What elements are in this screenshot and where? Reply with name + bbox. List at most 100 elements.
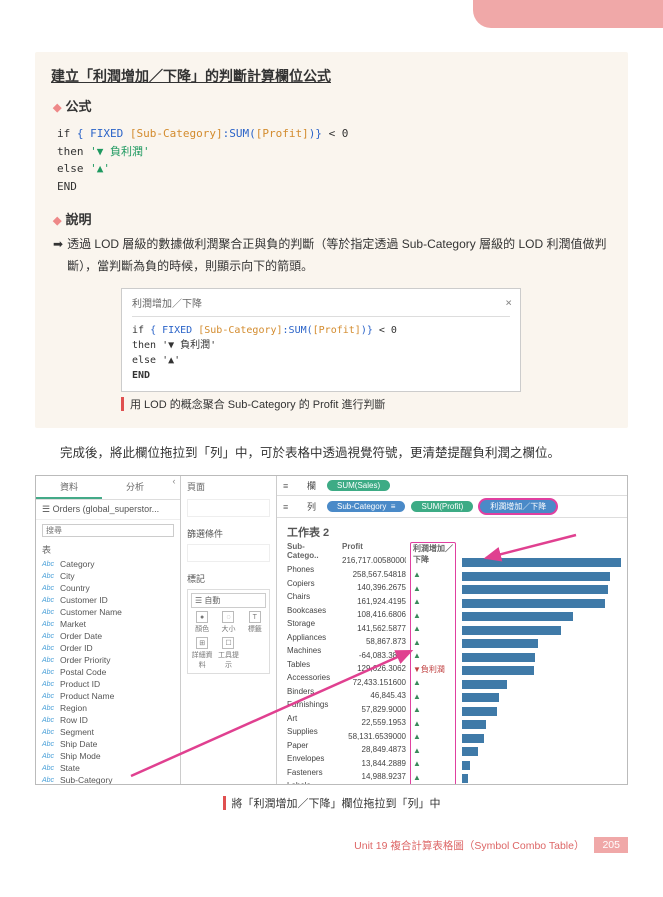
indicator-cell: ▲ <box>413 784 453 785</box>
tab-analysis[interactable]: 分析 <box>102 476 168 499</box>
field-item[interactable]: AbcCity <box>38 570 178 582</box>
table-row: 141,562.5877 <box>342 622 406 636</box>
field-item[interactable]: AbcPostal Code <box>38 666 178 678</box>
bar-chart-area: 0K500K1000K1500KSales ≡ <box>456 542 621 785</box>
pill-sum-sales[interactable]: SUM(Sales) <box>327 480 390 491</box>
unit-label: Unit 19 複合計算表格圖（Symbol Combo Table） <box>354 838 584 853</box>
filters-shelf[interactable]: 篩選條件 <box>187 527 270 540</box>
marks-type-dropdown[interactable]: ☰ 自動 <box>191 593 266 608</box>
field-item[interactable]: AbcSub-Category <box>38 774 178 784</box>
col-header-category: Sub-Catego.. <box>287 542 334 563</box>
field-item[interactable]: AbcCountry <box>38 582 178 594</box>
table-row: 13,844.2889 <box>342 757 406 771</box>
table-row: 28,849.4873 <box>342 743 406 757</box>
caption-tick-icon <box>223 796 226 810</box>
bar-row <box>462 610 621 624</box>
pill-sum-profit[interactable]: SUM(Profit) <box>411 501 473 512</box>
table-row: Chairs <box>287 590 334 604</box>
explain-paragraph: ➡ 透過 LOD 層級的數據做利潤聚合正與負的判斷（等於指定透過 Sub-Cat… <box>53 234 612 277</box>
table-row: Machines <box>287 644 334 658</box>
table-row: Appliances <box>287 631 334 645</box>
table-row: 108,416.6806 <box>342 608 406 622</box>
caption-tick-icon <box>121 397 124 411</box>
indicator-cell: ▲ <box>413 676 453 690</box>
table-row: Bookcases <box>287 604 334 618</box>
indicator-cell: ▲ <box>413 757 453 771</box>
pages-shelf[interactable]: 頁面 <box>187 480 270 493</box>
data-pane: 資料 分析 ‹ ☰ Orders (global_superstor... 表 … <box>36 476 181 784</box>
table-row: Paper <box>287 739 334 753</box>
bar-row <box>462 718 621 732</box>
table-row: 216,717.005800001 <box>342 554 406 568</box>
mark-label[interactable]: T標籤 <box>244 611 266 634</box>
mark-detail[interactable]: ⊞詳細資料 <box>191 637 213 670</box>
dimensions-label: 表 <box>36 541 180 558</box>
table-row: 72,433.151600 <box>342 676 406 690</box>
search-input[interactable] <box>42 524 174 537</box>
data-source[interactable]: ☰ Orders (global_superstor... <box>36 500 180 520</box>
rows-shelf[interactable]: ≡列 Sub-Category ≡ SUM(Profit) 利潤增加／下降 <box>277 496 627 518</box>
bar-row <box>462 758 621 772</box>
subheading-formula: ◆公式 <box>53 96 612 115</box>
field-item[interactable]: AbcOrder ID <box>38 642 178 654</box>
field-item[interactable]: AbcCategory <box>38 558 178 570</box>
field-item[interactable]: AbcRegion <box>38 702 178 714</box>
table-row: Storage <box>287 617 334 631</box>
caption-editor: 用 LOD 的概念聚合 Sub-Category 的 Profit 進行判斷 <box>121 396 612 412</box>
tab-data[interactable]: 資料 <box>36 476 102 499</box>
field-item[interactable]: AbcShip Mode <box>38 750 178 762</box>
chevron-left-icon[interactable]: ‹ <box>168 476 180 499</box>
field-item[interactable]: AbcCustomer ID <box>38 594 178 606</box>
worksheet-title: 工作表 2 <box>277 518 627 542</box>
subheading-explain: ◆說明 <box>53 209 612 228</box>
field-list: AbcCategoryAbcCityAbcCountryAbcCustomer … <box>36 558 180 784</box>
indicator-cell: ▲ <box>413 717 453 731</box>
caption-screenshot: 將「利潤增加／下降」欄位拖拉到「列」中 <box>35 795 628 811</box>
field-item[interactable]: AbcState <box>38 762 178 774</box>
field-item[interactable]: AbcCustomer Name <box>38 606 178 618</box>
indicator-cell: ▲ <box>413 622 453 636</box>
view-pane: ≡欄 SUM(Sales) ≡列 Sub-Category ≡ SUM(Prof… <box>277 476 627 784</box>
page-corner-tab <box>473 0 663 28</box>
editor-title: 利潤增加／下降 <box>132 297 510 317</box>
mark-tooltip[interactable]: ☐工具提示 <box>217 637 239 670</box>
bar-row <box>462 596 621 610</box>
indicator-cell: ▲ <box>413 771 453 785</box>
indicator-cell: ▲ <box>413 649 453 663</box>
bar-row <box>462 583 621 597</box>
shelves-pane: 頁面 篩選條件 標記 ☰ 自動 ●顏色 ◌大小 T標籤 ⊞詳細資料 ☐工具提示 <box>181 476 277 784</box>
page-footer: Unit 19 複合計算表格圖（Symbol Combo Table） 205 <box>35 837 628 853</box>
field-item[interactable]: AbcSegment <box>38 726 178 738</box>
page-number: 205 <box>594 837 628 853</box>
columns-shelf[interactable]: ≡欄 SUM(Sales) <box>277 476 627 496</box>
table-row: Fasteners <box>287 766 334 780</box>
field-item[interactable]: AbcRow ID <box>38 714 178 726</box>
table-row: 161,924.4195 <box>342 595 406 609</box>
pill-sub-category[interactable]: Sub-Category ≡ <box>327 501 405 512</box>
field-item[interactable]: AbcProduct Name <box>38 690 178 702</box>
indicator-cell: ▲ <box>413 690 453 704</box>
table-row: Tables <box>287 658 334 672</box>
indicator-cell: ▲ <box>413 730 453 744</box>
bar-row <box>462 637 621 651</box>
field-item[interactable]: AbcMarket <box>38 618 178 630</box>
field-item[interactable]: AbcProduct ID <box>38 678 178 690</box>
bar-row <box>462 731 621 745</box>
bar-row <box>462 623 621 637</box>
bar-row <box>462 745 621 759</box>
field-item[interactable]: AbcShip Date <box>38 738 178 750</box>
marks-card-label: 標記 <box>187 572 270 585</box>
pill-profit-updown[interactable]: 利潤增加／下降 <box>479 499 557 514</box>
diamond-icon: ◆ <box>53 102 61 114</box>
table-row: Binders <box>287 685 334 699</box>
field-item[interactable]: AbcOrder Priority <box>38 654 178 666</box>
table-row: Labels <box>287 779 334 785</box>
field-item[interactable]: AbcOrder Date <box>38 630 178 642</box>
mark-color[interactable]: ●顏色 <box>191 611 213 634</box>
table-row: Art <box>287 712 334 726</box>
bar-row <box>462 677 621 691</box>
bar-row <box>462 556 621 570</box>
mark-size[interactable]: ◌大小 <box>217 611 239 634</box>
bar-row <box>462 704 621 718</box>
close-icon[interactable]: × <box>505 295 512 312</box>
